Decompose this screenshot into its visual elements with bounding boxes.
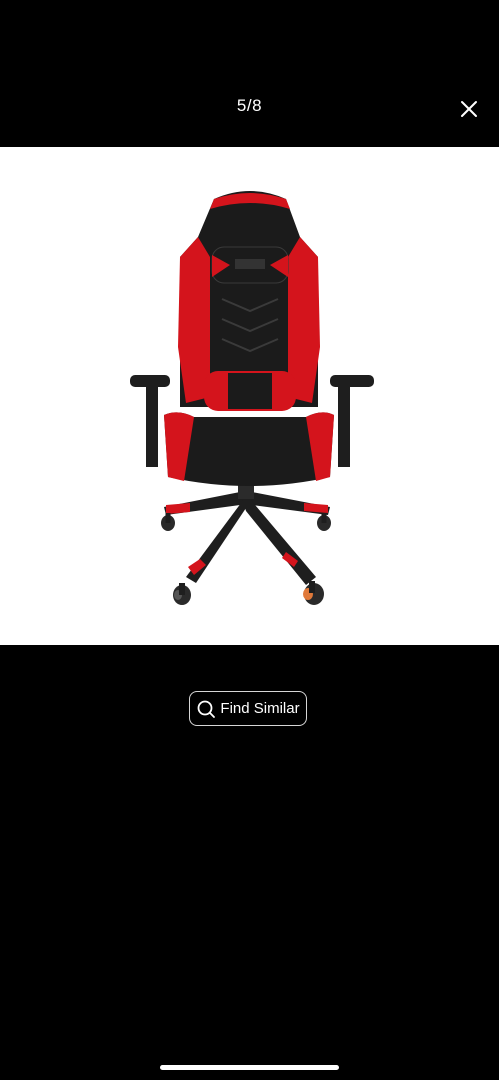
find-similar-label: Find Similar: [220, 700, 300, 717]
viewer-header: 5/8: [0, 0, 499, 147]
image-counter: 5/8: [236, 96, 263, 115]
home-indicator[interactable]: [160, 1065, 339, 1070]
chair-base: [164, 492, 330, 595]
search-icon: [198, 700, 216, 718]
gaming-chair-illustration: [130, 191, 374, 605]
close-icon: [461, 101, 477, 117]
close-button[interactable]: [456, 96, 482, 122]
chair-backrest: [178, 191, 320, 411]
find-similar-button[interactable]: Find Similar: [189, 691, 307, 726]
chair-wheels: [161, 515, 331, 605]
chair-seat: [164, 412, 334, 486]
product-image[interactable]: [0, 147, 499, 645]
